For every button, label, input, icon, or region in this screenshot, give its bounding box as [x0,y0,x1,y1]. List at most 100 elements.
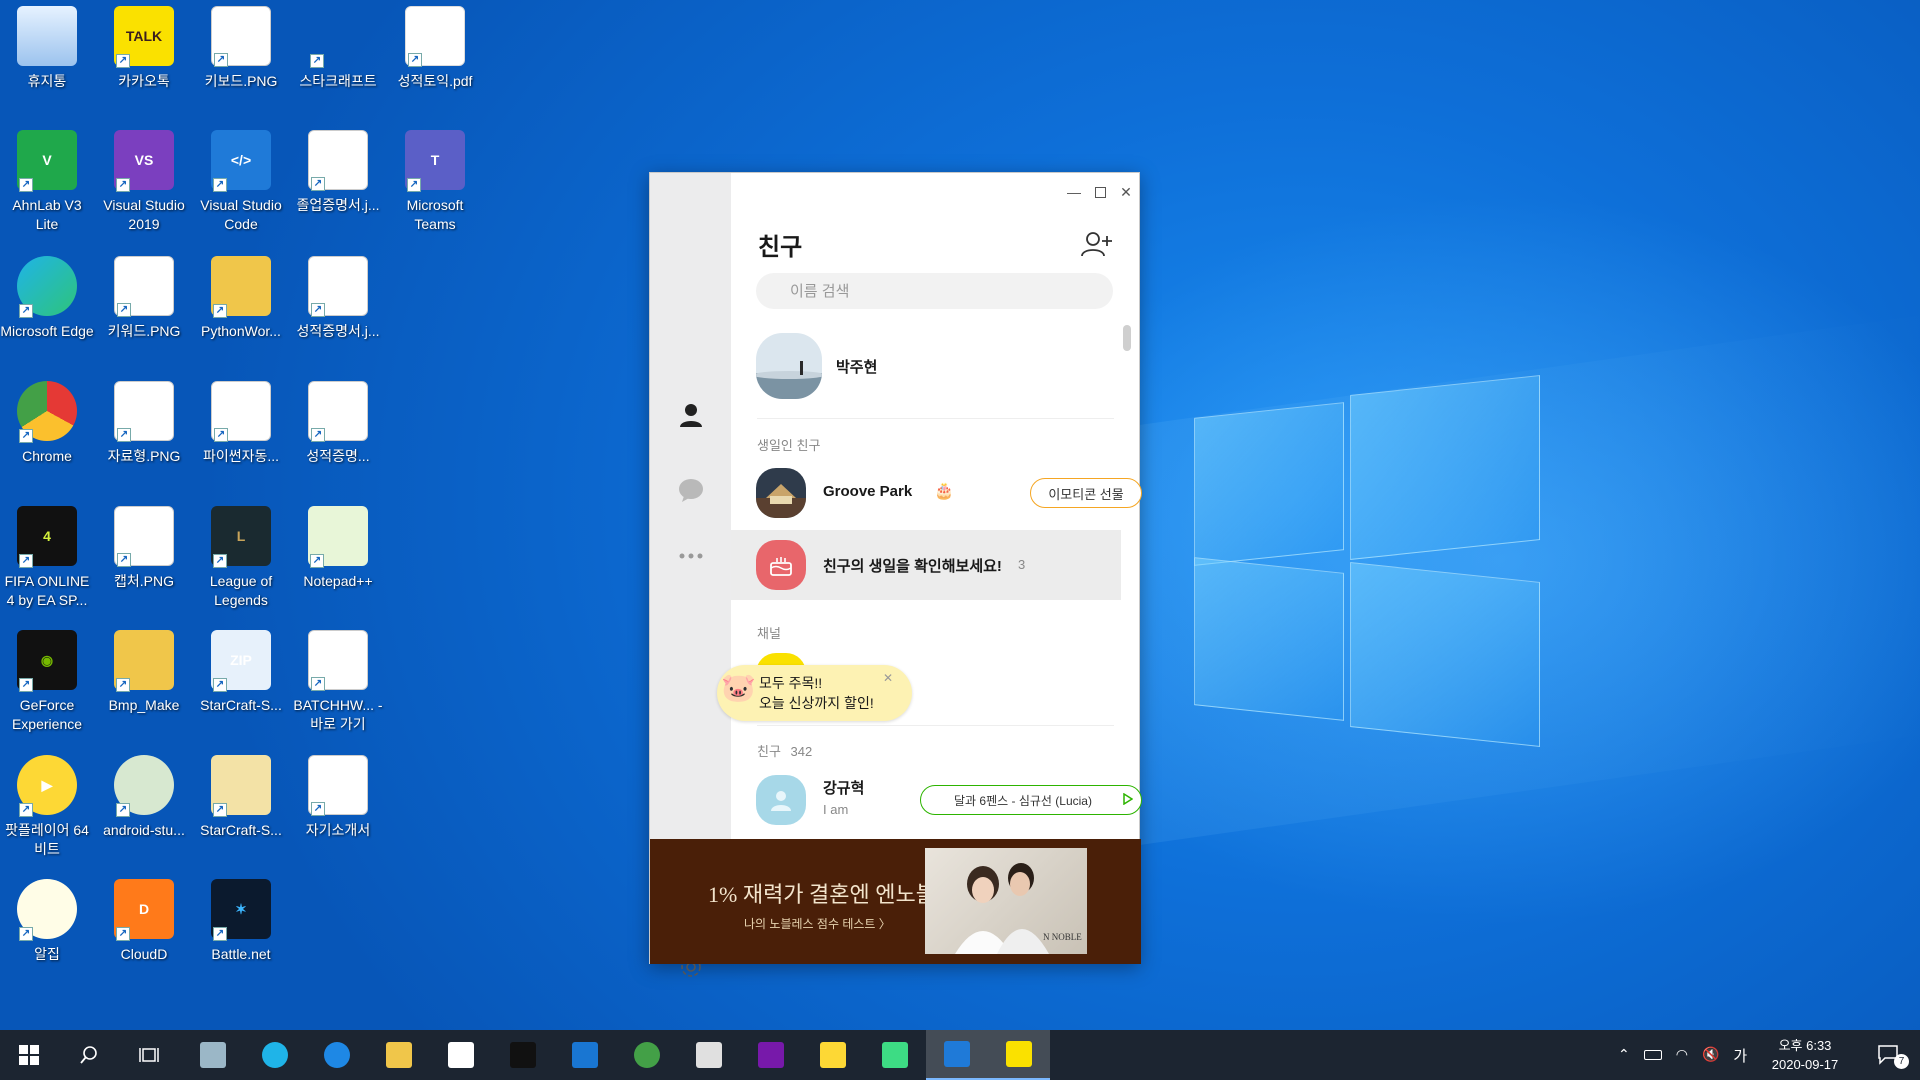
desktop-icon[interactable]: 휴지통 [0,0,94,110]
chevron-up-icon[interactable]: ⌃ [1618,1047,1630,1063]
image-file-icon: ↗ [114,506,174,567]
battery-icon[interactable] [1643,1050,1662,1060]
desktop-icon[interactable]: W ↗ BATCHHW... - 바로 가기 [291,624,385,734]
friend-avatar[interactable] [756,468,806,518]
taskbar-app-button[interactable] [616,1030,678,1080]
desktop-icon[interactable]: W ↗ 자기소개서 [291,749,385,859]
taskbar-app-button[interactable] [802,1030,864,1080]
task-view-button[interactable] [118,1030,180,1080]
taskbar-app-button[interactable] [492,1030,554,1080]
action-center-button[interactable]: 7 [1858,1030,1920,1080]
gift-emoticon-button[interactable]: 이모티콘 선물 [1030,478,1142,508]
taskbar-app-button[interactable] [740,1030,802,1080]
taskbar-app-button[interactable] [244,1030,306,1080]
my-profile-avatar[interactable] [756,333,822,399]
taskbar-app-button[interactable] [182,1030,244,1080]
friends-tab[interactable] [650,390,731,440]
desktop-icon[interactable]: 4 ↗ FIFA ONLINE 4 by EA SP... [0,500,94,610]
starcraft-icon: ↗ [308,6,368,68]
chats-tab[interactable] [650,465,731,515]
desktop-icon[interactable]: ↗ 성적증명... [291,375,385,485]
search-button[interactable] [58,1030,120,1080]
friend-avatar-default[interactable] [756,775,806,825]
taskbar-app-button[interactable] [864,1030,926,1080]
promo-tooltip[interactable]: 🐷 모두 주목!! 오늘 신상까지 할인! ✕ [717,665,912,721]
desktop-icon[interactable]: ↗ PythonWor... [194,250,288,360]
taskbar-app-button[interactable] [926,1030,988,1080]
desktop-icon[interactable]: ↗ Bmp_Make [97,624,191,734]
desktop-icon[interactable]: T ↗ Microsoft Teams [388,124,482,234]
shortcut-arrow-icon: ↗ [116,178,130,192]
geforce-icon: ◉ ↗ [17,630,77,692]
desktop-icon[interactable]: ↗ 키워드.PNG [97,250,191,360]
desktop-icon[interactable]: ↗ 스타크래프트 [291,0,385,110]
tooltip-close-icon[interactable]: ✕ [883,671,893,685]
my-profile-name[interactable]: 박주현 [836,356,877,377]
shortcut-arrow-icon: ↗ [19,304,33,318]
more-tab[interactable] [650,531,731,581]
desktop-icon[interactable]: ↗ Notepad++ [291,500,385,610]
add-friend-button[interactable] [1081,230,1113,263]
desktop-icon[interactable]: ZIP ↗ StarCraft-S... [194,624,288,734]
taskbar-app-button[interactable] [430,1030,492,1080]
notepadpp-icon: ↗ [308,506,368,568]
desktop-icon[interactable]: PDF ↗ 성적토익.pdf [388,0,482,110]
desktop-icon[interactable]: L ↗ League of Legends [194,500,288,610]
desktop-icon[interactable]: ↗ 파이썬자동... [194,375,288,485]
desktop-icon[interactable]: ↗ 자료형.PNG [97,375,191,485]
maximize-button[interactable] [1089,181,1111,203]
desktop-icon-label: 팟플레이어 64 비트 [5,822,89,857]
desktop-icon[interactable]: ↗ StarCraft-S... [194,749,288,859]
search-input[interactable] [756,273,1113,309]
desktop-icon[interactable]: ↗ 캡처.PNG [97,500,191,610]
taskbar-app-button[interactable] [368,1030,430,1080]
sticky-notes-icon [820,1042,846,1068]
birthday-friend-name[interactable]: Groove Park [823,483,912,500]
desktop-icon[interactable]: ↗ android-stu... [97,749,191,859]
close-button[interactable]: ✕ [1115,181,1137,203]
ime-indicator[interactable]: 가 [1733,1045,1747,1066]
teams-icon: T ↗ [405,130,465,192]
desktop-icon[interactable]: ↗ 졸업증명서.j... [291,124,385,234]
desktop-icon[interactable]: V ↗ AhnLab V3 Lite [0,124,94,234]
desktop-icon[interactable]: ◉ ↗ GeForce Experience [0,624,94,734]
friend-name[interactable]: 강규혁 [823,777,864,798]
friends-section-label: 친구 [757,744,781,759]
taskbar-app-button[interactable] [678,1030,740,1080]
desktop-icon[interactable]: ↗ 알집 [0,873,94,983]
desktop-icon[interactable]: ↗ Chrome [0,375,94,485]
desktop-icon[interactable]: ↗ Microsoft Edge [0,250,94,360]
shortcut-arrow-icon: ↗ [19,554,33,568]
desktop-icon[interactable]: VS ↗ Visual Studio 2019 [97,124,191,234]
desktop-icon[interactable]: ✶ ↗ Battle.net [194,873,288,983]
shortcut-arrow-icon: ↗ [19,803,33,817]
desktop-icon[interactable]: ▶ ↗ 팟플레이어 64 비트 [0,749,94,859]
cloudd-icon: D ↗ [114,879,174,941]
system-tray: ⌃ ◠ 🔇 가 [1618,1030,1747,1080]
volume-muted-icon[interactable]: 🔇 [1702,1047,1719,1063]
wifi-icon[interactable]: ◠ [1676,1047,1688,1063]
desktop-icon[interactable]: ↗ 성적증명서.j... [291,250,385,360]
desktop-icon-label: Visual Studio Code [200,197,282,232]
music-profile-button[interactable]: 달과 6펜스 - 심규선 (Lucia) [920,785,1142,815]
ad-banner[interactable]: 1% 재력가 결혼엔 엔노블 나의 노블레스 점수 테스트 〉 N NOBLE [650,839,1141,964]
kakaotalk-window[interactable]: — ✕ 친구 이름 검색 박주현 생일인 친구 Groove Park 🎂 이모… [649,172,1142,977]
clock[interactable]: 오후 6:33 2020-09-17 [1760,1036,1850,1074]
birthday-check-row[interactable]: 친구의 생일을 확인해보세요! 3 [731,530,1121,600]
windows-logo-pane [1194,402,1344,566]
notification-count-badge: 7 [1894,1054,1909,1069]
desktop-icon[interactable]: </> ↗ Visual Studio Code [194,124,288,234]
desktop-icon[interactable]: ↗ 키보드.PNG [194,0,288,110]
taskbar-app-button[interactable] [554,1030,616,1080]
minimize-button[interactable]: — [1063,181,1085,203]
taskbar-app-button[interactable] [306,1030,368,1080]
start-button[interactable] [0,1030,58,1080]
desktop-icon[interactable]: TALK ↗ 카카오톡 [97,0,191,110]
shortcut-arrow-icon: ↗ [214,428,228,442]
desktop-icon[interactable]: D ↗ CloudD [97,873,191,983]
scrollbar-thumb[interactable] [1123,325,1131,351]
edge-icon: ↗ [17,256,77,318]
taskbar-app-button[interactable] [988,1030,1050,1080]
ahnlab-icon: V ↗ [17,130,77,192]
shortcut-arrow-icon: ↗ [310,554,324,568]
